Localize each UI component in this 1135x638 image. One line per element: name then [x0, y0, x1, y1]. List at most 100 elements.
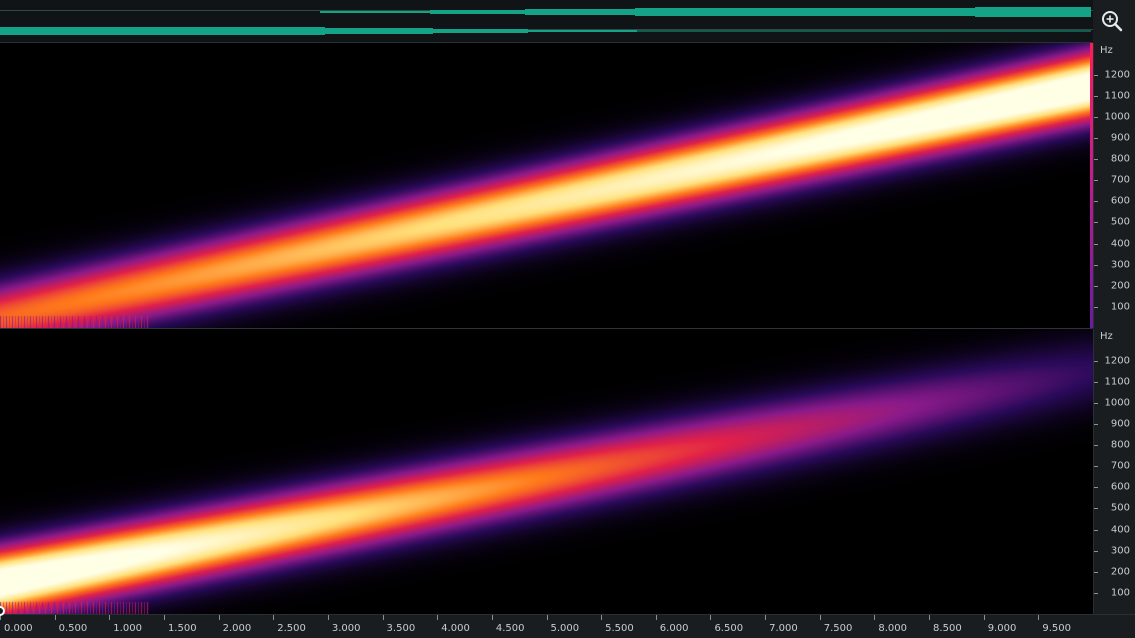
frequency-unit-label: Hz	[1100, 45, 1113, 56]
overview-waveform-left	[975, 7, 1091, 17]
overview-waveform-left	[635, 8, 975, 16]
time-tick-label: 8.000	[878, 623, 908, 634]
time-tick-label: 3.000	[331, 623, 361, 634]
time-tick-mark	[601, 615, 603, 620]
overview-waveform-right	[0, 27, 325, 35]
frequency-tick-label: 100	[1110, 301, 1130, 313]
time-tick-mark	[273, 615, 275, 620]
frequency-tick-label: 500	[1110, 216, 1130, 228]
time-tick-mark	[929, 615, 931, 620]
time-tick-label: 6.000	[659, 623, 689, 634]
overview-waveform-right	[637, 30, 1091, 32]
frequency-tick-label: 900	[1110, 418, 1130, 430]
frequency-tick-label: 300	[1110, 259, 1130, 271]
zoom-button[interactable]	[1093, 0, 1135, 42]
overview-waveform-right	[433, 29, 528, 33]
frequency-tick-mark	[1094, 381, 1098, 383]
time-tick-label: 9.500	[1042, 623, 1071, 634]
frequency-tick-mark	[1094, 180, 1098, 182]
frequency-tick-label: 1200	[1104, 69, 1130, 81]
frequency-tick-label: 400	[1110, 524, 1130, 536]
time-tick-mark	[163, 615, 165, 620]
frequency-ruler-right[interactable]: Hz 100 200 300 400 500 600 700 800 900 1000 1100 12…	[1093, 329, 1135, 614]
frequency-tick-label: 800	[1110, 439, 1130, 451]
frequency-ruler-left[interactable]: Hz 100 200 300 400 500 600 700 800 900 1000 1100 12…	[1093, 43, 1135, 328]
spectrogram-canvas-left	[0, 43, 1093, 328]
time-tick-label: 5.000	[550, 623, 580, 634]
time-tick-label: 0.500	[58, 623, 88, 634]
time-tick-label: 6.500	[714, 623, 744, 634]
frequency-unit-label: Hz	[1100, 331, 1113, 342]
frequency-tick-label: 400	[1110, 238, 1130, 250]
frequency-tick-label: 600	[1110, 481, 1130, 493]
frequency-tick-label: 200	[1110, 280, 1130, 292]
zoom-in-icon	[1102, 11, 1123, 32]
overview-waveform-right	[325, 28, 433, 34]
time-tick-mark	[819, 615, 821, 620]
frequency-tick-mark	[1094, 529, 1098, 531]
frequency-tick-mark	[1094, 306, 1098, 308]
time-tick-mark	[109, 615, 111, 620]
frequency-tick-label: 200	[1110, 566, 1130, 578]
spectrogram-channel-right[interactable]	[0, 329, 1093, 614]
spectrogram-canvas-right	[0, 329, 1093, 614]
time-tick-label: 0.000	[4, 623, 33, 634]
frequency-tick-label: 800	[1110, 153, 1130, 165]
frequency-tick-mark	[1094, 550, 1098, 552]
time-tick-label: 2.000	[222, 623, 252, 634]
time-tick-mark	[54, 615, 56, 620]
time-tick-mark	[710, 615, 712, 620]
frequency-tick-label: 700	[1110, 174, 1130, 186]
frequency-tick-label: 1000	[1104, 397, 1130, 409]
time-tick-label: 5.500	[605, 623, 634, 634]
frequency-tick-label: 500	[1110, 502, 1130, 514]
spectrogram-channel-left[interactable]	[0, 43, 1093, 328]
time-tick-label: 7.000	[769, 623, 798, 634]
time-tick-mark	[218, 615, 220, 620]
frequency-tick-mark	[1094, 487, 1098, 489]
frequency-tick-mark	[1094, 360, 1098, 362]
frequency-tick-mark	[1094, 159, 1098, 161]
frequency-tick-label: 900	[1110, 132, 1130, 144]
time-tick-mark	[765, 615, 767, 620]
frequency-tick-mark	[1094, 402, 1098, 404]
frequency-tick-label: 1200	[1104, 355, 1130, 367]
time-tick-mark	[437, 615, 439, 620]
frequency-tick-mark	[1094, 74, 1098, 76]
overview-waveform-left	[525, 9, 635, 15]
frequency-tick-label: 1100	[1104, 90, 1130, 102]
frequency-tick-mark	[1094, 424, 1098, 425]
frequency-tick-mark	[1094, 508, 1098, 510]
frequency-tick-mark	[1094, 95, 1098, 97]
time-tick-mark	[655, 615, 657, 620]
overview-waveform-left	[320, 11, 430, 13]
overview-waveform-left	[430, 10, 525, 14]
waveform-overview[interactable]	[0, 0, 1093, 43]
time-tick-label: 4.500	[495, 623, 525, 634]
frequency-tick-mark	[1094, 201, 1098, 203]
frequency-tick-mark	[1094, 243, 1098, 245]
time-tick-label: 4.000	[441, 623, 470, 634]
frequency-tick-mark	[1094, 116, 1098, 118]
time-tick-label: 9.000	[987, 623, 1017, 634]
frequency-tick-label: 600	[1110, 195, 1130, 207]
time-tick-mark	[491, 615, 493, 620]
frequency-tick-label: 1000	[1104, 111, 1130, 123]
waveform-overview-graphic	[0, 7, 1093, 35]
time-tick-mark	[546, 615, 548, 620]
time-tick-mark	[327, 615, 329, 620]
time-tick-mark	[874, 615, 876, 620]
frequency-tick-mark	[1094, 285, 1098, 287]
time-tick-label: 1.000	[113, 623, 142, 634]
time-tick-label: 2.500	[277, 623, 306, 634]
time-ruler[interactable]: 0.000 0.500 1.000 1.500 2.000 2.500 3.000 3.500…	[0, 614, 1135, 638]
frequency-tick-label: 300	[1110, 545, 1130, 557]
time-tick-label: 1.500	[167, 623, 197, 634]
overview-waveform-right	[528, 30, 637, 32]
time-tick-label: 8.500	[933, 623, 962, 634]
frequency-tick-label: 1100	[1104, 376, 1130, 388]
time-tick-label: 7.500	[823, 623, 853, 634]
frequency-tick-mark	[1094, 466, 1098, 468]
frequency-tick-mark	[1094, 222, 1098, 224]
frequency-tick-mark	[1094, 571, 1098, 573]
